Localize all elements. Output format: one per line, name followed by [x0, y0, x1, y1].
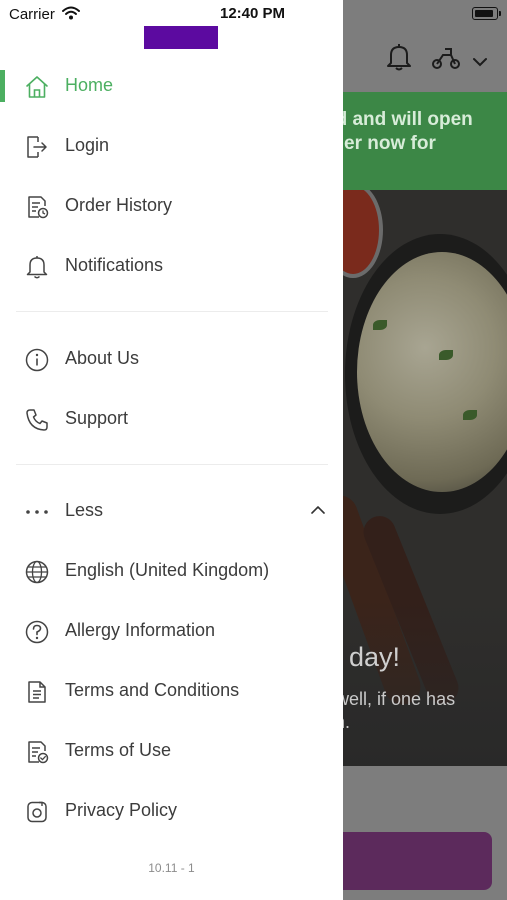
menu-item-notifications[interactable]: Notifications — [0, 238, 343, 294]
hero-title: day! — [349, 642, 401, 672]
menu-item-home[interactable]: Home — [0, 58, 343, 114]
bell-icon — [24, 254, 50, 280]
menu-item-label: Support — [65, 408, 129, 428]
login-icon — [24, 134, 50, 160]
hero-shade — [343, 600, 507, 766]
wifi-icon — [62, 6, 80, 25]
sauce-bowl — [343, 190, 383, 278]
menu-item-support[interactable]: Support — [0, 391, 343, 447]
delivery-scooter-icon[interactable] — [431, 46, 461, 75]
hero-image: day! o well, if one has f in. — [343, 190, 507, 766]
menu-item-about-us[interactable]: About Us — [0, 331, 343, 387]
navigation-drawer: Home Login Order History Notifications A… — [0, 0, 343, 900]
menu-item-allergy-information[interactable]: Allergy Information — [0, 603, 343, 659]
menu-item-less[interactable]: Less — [0, 483, 343, 539]
menu-item-label: Order History — [65, 195, 173, 215]
active-indicator — [0, 70, 5, 102]
menu-item-terms-and-conditions[interactable]: Terms and Conditions — [0, 663, 343, 719]
menu-item-label: Allergy Information — [65, 620, 216, 640]
menu-item-label: Notifications — [65, 255, 164, 275]
menu-item-label: Terms and Conditions — [65, 680, 240, 700]
chevron-down-icon[interactable] — [473, 54, 487, 72]
herb-garnish — [463, 410, 477, 420]
clock-time: 12:40 PM — [220, 5, 286, 22]
menu-item-terms-of-use[interactable]: Terms of Use — [0, 723, 343, 779]
store-closed-banner: ed and will open rder now for — [343, 92, 507, 190]
privacy-icon — [24, 799, 50, 825]
menu-item-label: Home — [65, 75, 114, 95]
menu-item-label: Terms of Use — [65, 740, 172, 760]
app-version: 10.11 - 1 — [148, 861, 195, 875]
menu-item-login[interactable]: Login — [0, 118, 343, 174]
brand-logo — [144, 26, 218, 49]
question-circle-icon — [24, 619, 50, 645]
menu-item-label: Login — [65, 135, 110, 155]
order-history-icon — [24, 194, 50, 220]
document-check-icon — [24, 739, 50, 765]
phone-icon — [24, 407, 50, 433]
menu-item-label: Privacy Policy — [65, 800, 178, 820]
chevron-up-icon — [310, 503, 326, 521]
herb-garnish — [439, 350, 453, 360]
bell-icon[interactable] — [385, 42, 413, 77]
globe-icon — [24, 559, 50, 585]
banner-text: ed and will open rder now for — [343, 109, 473, 154]
menu-item-language[interactable]: English (United Kingdom) — [0, 543, 343, 599]
menu-item-order-history[interactable]: Order History — [0, 178, 343, 234]
primary-action-button[interactable] — [343, 832, 492, 890]
herb-garnish — [373, 320, 387, 330]
background-app[interactable]: ed and will open rder now for day! o wel… — [343, 0, 507, 900]
menu-item-privacy-policy[interactable]: Privacy Policy — [0, 783, 343, 839]
home-icon — [24, 74, 50, 100]
menu-divider — [16, 311, 328, 312]
battery-icon — [472, 7, 501, 20]
menu-item-label: About Us — [65, 348, 140, 368]
carrier-label: Carrier — [9, 6, 55, 23]
app-header — [343, 28, 507, 92]
more-dots-icon — [24, 499, 50, 525]
hero-subtitle: o well, if one has f in. — [343, 689, 456, 732]
status-bar: Carrier 12:40 PM — [0, 0, 507, 28]
menu-divider — [16, 464, 328, 465]
menu-item-label: Less — [65, 500, 104, 520]
info-icon — [24, 347, 50, 373]
document-icon — [24, 679, 50, 705]
menu-item-label: English (United Kingdom) — [65, 560, 270, 580]
